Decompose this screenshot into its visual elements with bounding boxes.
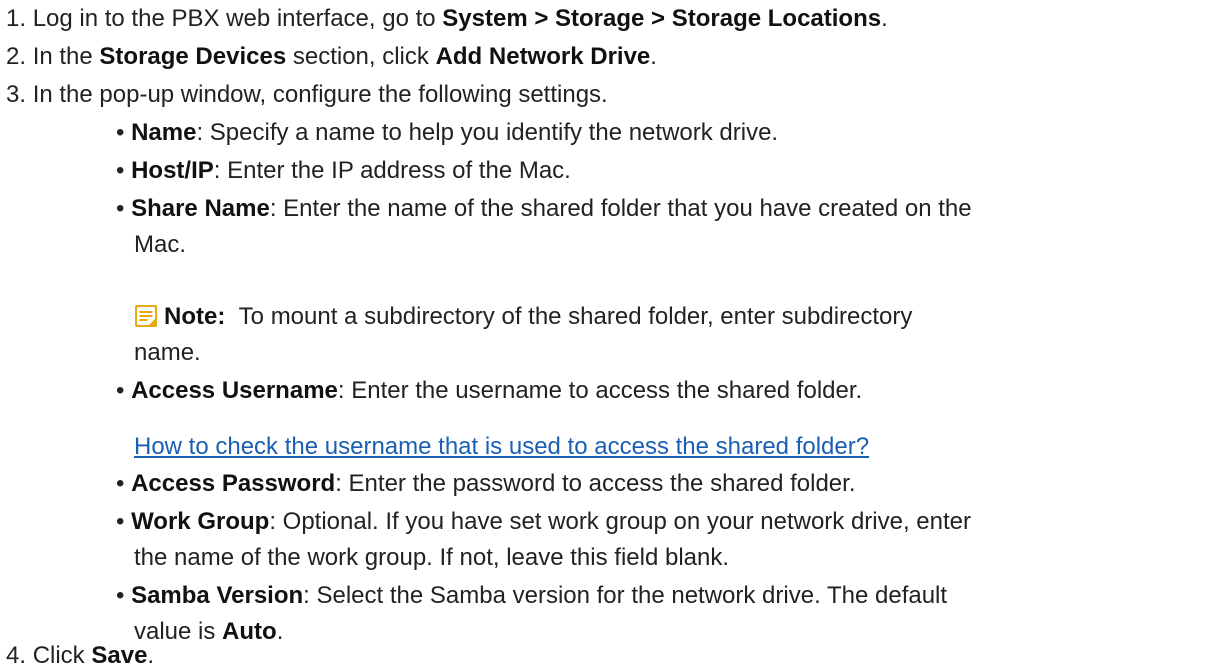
step-text: section, click: [286, 43, 436, 70]
note-icon: [135, 305, 157, 327]
setting-label: Name: [131, 119, 197, 146]
setting-desc: : Enter the username to access the share…: [337, 377, 863, 404]
step-number: 4.: [6, 642, 27, 669]
save-name: Save: [91, 642, 148, 669]
setting-work-group-cont: the name of the work group. If not, leav…: [134, 544, 730, 571]
setting-access-username: • Access Username: Enter the username to…: [116, 376, 862, 406]
note-label: Note:: [164, 303, 226, 330]
bullet: •: [116, 470, 125, 497]
step-4: 4. Click Save.: [6, 641, 154, 671]
samba-desc-suffix: .: [276, 618, 284, 645]
note-text: To mount a subdirectory of the shared fo…: [238, 303, 913, 330]
bullet: •: [116, 508, 125, 535]
username-help-link[interactable]: How to check the username that is used t…: [134, 433, 869, 460]
step-text-end: .: [147, 642, 155, 669]
step-number: 1.: [6, 5, 27, 32]
setting-name: • Name: Specify a name to help you ident…: [116, 118, 778, 148]
bullet: •: [116, 119, 125, 146]
step-1: 1. Log in to the PBX web interface, go t…: [6, 4, 888, 34]
setting-share-name-cont: Mac.: [134, 231, 187, 258]
setting-label: Share Name: [131, 195, 270, 222]
note: Note: To mount a subdirectory of the sha…: [134, 302, 912, 332]
section-name: Storage Devices: [99, 43, 287, 70]
step-number: 2.: [6, 43, 27, 70]
setting-share-name: • Share Name: Enter the name of the shar…: [116, 194, 972, 224]
setting-desc: : Optional. If you have set work group o…: [269, 508, 972, 535]
note-cont: name.: [134, 339, 201, 366]
setting-label: Work Group: [131, 508, 270, 535]
setting-access-password: • Access Password: Enter the password to…: [116, 469, 856, 499]
step-2: 2. In the Storage Devices section, click…: [6, 42, 657, 72]
step-text: In the pop-up window, configure the foll…: [32, 81, 608, 108]
setting-work-group: • Work Group: Optional. If you have set …: [116, 507, 971, 537]
setting-label: Access Username: [131, 377, 338, 404]
setting-desc: : Enter the name of the shared folder th…: [269, 195, 972, 222]
setting-label: Samba Version: [131, 582, 304, 609]
setting-desc: : Specify a name to help you identify th…: [196, 119, 779, 146]
bullet: •: [116, 582, 125, 609]
menu-path: System > Storage > Storage Locations: [442, 5, 882, 32]
bullet: •: [116, 195, 125, 222]
username-help: How to check the username that is used t…: [134, 432, 869, 462]
setting-host: • Host/IP: Enter the IP address of the M…: [116, 156, 571, 186]
step-number: 3.: [6, 81, 27, 108]
setting-label: Host/IP: [131, 157, 214, 184]
samba-default-value: Auto: [222, 618, 277, 645]
setting-samba-version: • Samba Version: Select the Samba versio…: [116, 581, 947, 611]
bullet: •: [116, 157, 125, 184]
setting-desc: : Enter the IP address of the Mac.: [213, 157, 571, 184]
setting-samba-version-cont: value is Auto.: [134, 617, 283, 647]
step-text-end: .: [650, 43, 657, 70]
step-3: 3. In the pop-up window, configure the f…: [6, 80, 608, 110]
setting-desc: : Enter the password to access the share…: [335, 470, 856, 497]
setting-label: Access Password: [131, 470, 336, 497]
setting-desc: : Select the Samba version for the netwo…: [303, 582, 948, 609]
button-name: Add Network Drive: [435, 43, 651, 70]
step-text-end: .: [881, 5, 888, 32]
step-text: In the: [32, 43, 100, 70]
step-text: Click: [32, 642, 92, 669]
bullet: •: [116, 377, 125, 404]
step-text: Log in to the PBX web interface, go to: [32, 5, 443, 32]
